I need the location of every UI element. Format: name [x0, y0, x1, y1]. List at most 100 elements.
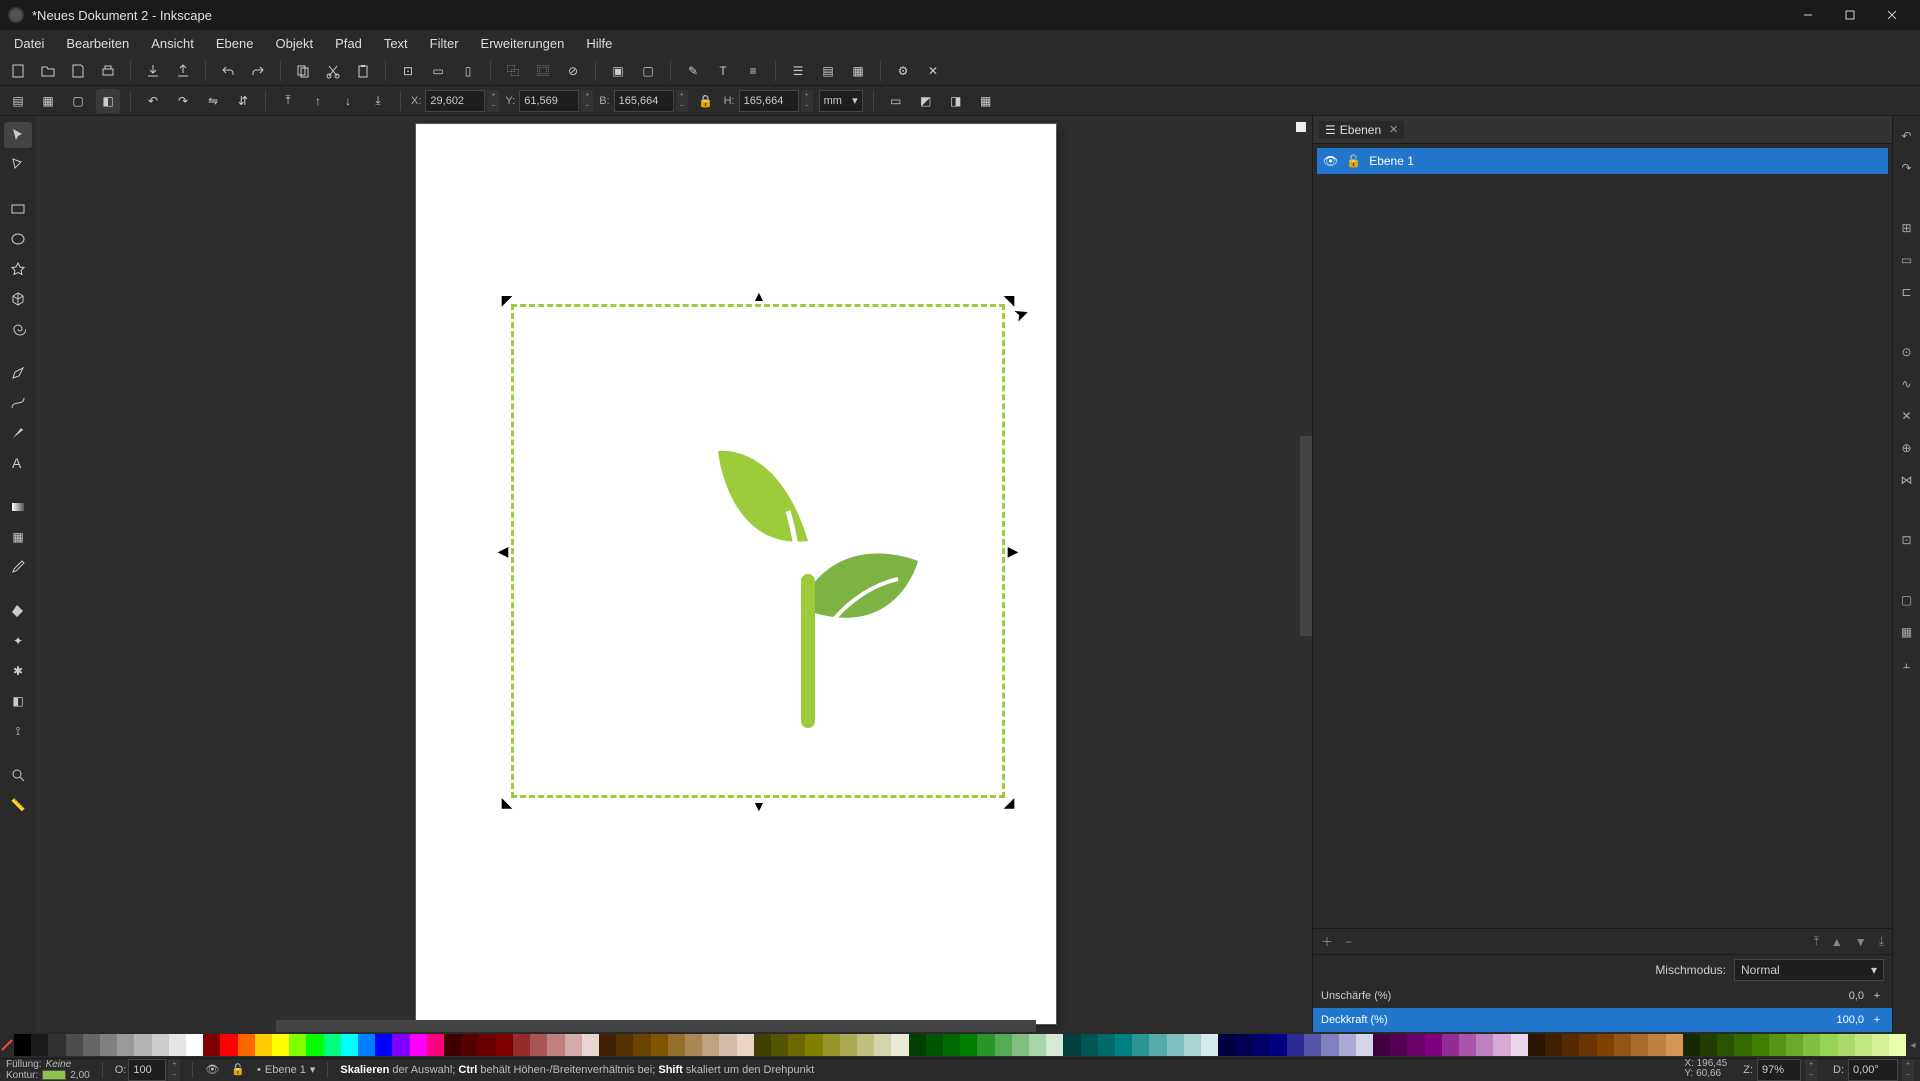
flip-v-icon[interactable]: ⇵: [231, 89, 255, 113]
color-swatch[interactable]: [582, 1034, 599, 1056]
measure-tool-icon[interactable]: 📏: [4, 792, 32, 818]
color-swatch[interactable]: [633, 1034, 650, 1056]
color-swatch[interactable]: [1562, 1034, 1579, 1056]
color-swatch[interactable]: [341, 1034, 358, 1056]
move-patterns-icon[interactable]: ▦: [974, 89, 998, 113]
ungroup-icon[interactable]: ▢: [636, 59, 660, 83]
color-swatch[interactable]: [1012, 1034, 1029, 1056]
color-swatch[interactable]: [754, 1034, 771, 1056]
color-swatch[interactable]: [1700, 1034, 1717, 1056]
color-swatch[interactable]: [1889, 1034, 1906, 1056]
current-layer-indicator[interactable]: •Ebene 1▾: [257, 1063, 315, 1076]
color-swatch[interactable]: [1184, 1034, 1201, 1056]
dock-snap-edge-icon[interactable]: ⊏: [1897, 282, 1917, 302]
color-swatch[interactable]: [478, 1034, 495, 1056]
align-icon[interactable]: ≡: [741, 59, 765, 83]
color-swatch[interactable]: [1321, 1034, 1338, 1056]
y-input[interactable]: [519, 90, 579, 112]
color-swatch[interactable]: [737, 1034, 754, 1056]
scale-stroke-icon[interactable]: ▭: [884, 89, 908, 113]
dock-snap-bbox-icon[interactable]: ▭: [1897, 250, 1917, 270]
canvas[interactable]: ◤▲◥ ◀▶ ◣▼◢ ➤: [36, 116, 1312, 1032]
dock-snap-midpoint-icon[interactable]: ⋈: [1897, 470, 1917, 490]
lock-ratio-icon[interactable]: 🔒: [694, 89, 718, 113]
print-icon[interactable]: [96, 59, 120, 83]
color-swatch[interactable]: [1855, 1034, 1872, 1056]
color-swatch[interactable]: [771, 1034, 788, 1056]
dock-snap-page-icon[interactable]: ▢: [1897, 590, 1917, 610]
color-swatch[interactable]: [1872, 1034, 1889, 1056]
cut-icon[interactable]: [321, 59, 345, 83]
scale-corners-icon[interactable]: ◩: [914, 89, 938, 113]
x-input[interactable]: [425, 90, 485, 112]
color-swatch[interactable]: [410, 1034, 427, 1056]
menu-filter[interactable]: Filter: [420, 32, 469, 55]
color-swatch[interactable]: [1132, 1034, 1149, 1056]
raise-icon[interactable]: ↑: [306, 89, 330, 113]
color-swatch[interactable]: [1597, 1034, 1614, 1056]
calligraphy-tool-icon[interactable]: [4, 420, 32, 446]
color-swatch[interactable]: [255, 1034, 272, 1056]
menu-bearbeiten[interactable]: Bearbeiten: [56, 32, 139, 55]
star-tool-icon[interactable]: [4, 256, 32, 282]
unlink-clone-icon[interactable]: ⊘: [561, 59, 585, 83]
color-swatch[interactable]: [1528, 1034, 1545, 1056]
fill-value[interactable]: Keine: [46, 1059, 72, 1070]
color-swatch[interactable]: [599, 1034, 616, 1056]
menu-hilfe[interactable]: Hilfe: [576, 32, 622, 55]
color-swatch[interactable]: [1253, 1034, 1270, 1056]
close-button[interactable]: [1872, 1, 1912, 29]
save-file-icon[interactable]: [66, 59, 90, 83]
close-panel-icon[interactable]: ✕: [1389, 123, 1398, 136]
color-swatch[interactable]: [1081, 1034, 1098, 1056]
color-swatch[interactable]: [220, 1034, 237, 1056]
raise-top-icon[interactable]: ⤒: [276, 89, 300, 113]
color-swatch[interactable]: [960, 1034, 977, 1056]
color-swatch[interactable]: [1167, 1034, 1184, 1056]
dock-snap-intersect-icon[interactable]: ✕: [1897, 406, 1917, 426]
color-swatch[interactable]: [1115, 1034, 1132, 1056]
xml-editor-icon[interactable]: ✎: [681, 59, 705, 83]
zoom-tool-icon[interactable]: [4, 762, 32, 788]
color-swatch[interactable]: [324, 1034, 341, 1056]
color-swatch[interactable]: [238, 1034, 255, 1056]
toggle-selection-icon[interactable]: ◧: [96, 89, 120, 113]
color-swatch[interactable]: [1614, 1034, 1631, 1056]
zoom-spinner[interactable]: +−: [1805, 1059, 1817, 1081]
color-swatch[interactable]: [306, 1034, 323, 1056]
color-swatch[interactable]: [1579, 1034, 1596, 1056]
color-swatch[interactable]: [668, 1034, 685, 1056]
select-all-layers-icon[interactable]: ▤: [6, 89, 30, 113]
blend-mode-select[interactable]: Normal▾: [1734, 959, 1884, 981]
blur-slider[interactable]: Unschärfe (%) 0,0 +: [1313, 984, 1892, 1008]
zoom-input[interactable]: [1757, 1059, 1801, 1081]
zoom-selection-icon[interactable]: ⊡: [396, 59, 420, 83]
rotation-input[interactable]: [1848, 1059, 1898, 1081]
color-swatch[interactable]: [48, 1034, 65, 1056]
color-swatch[interactable]: [134, 1034, 151, 1056]
menu-datei[interactable]: Datei: [4, 32, 54, 55]
pencil-tool-icon[interactable]: [4, 360, 32, 386]
group-icon[interactable]: ▣: [606, 59, 630, 83]
dock-redo-icon[interactable]: ↷: [1897, 158, 1917, 178]
color-swatch[interactable]: [995, 1034, 1012, 1056]
lock-icon[interactable]: 🔓: [1346, 154, 1361, 168]
menu-objekt[interactable]: Objekt: [265, 32, 323, 55]
color-swatch[interactable]: [909, 1034, 926, 1056]
dock-snap-grid-icon[interactable]: ▦: [1897, 622, 1917, 642]
menu-ansicht[interactable]: Ansicht: [141, 32, 204, 55]
minimize-button[interactable]: [1788, 1, 1828, 29]
maximize-button[interactable]: [1830, 1, 1870, 29]
dock-undo-icon[interactable]: ↶: [1897, 126, 1917, 146]
color-swatch[interactable]: [358, 1034, 375, 1056]
color-swatch[interactable]: [1734, 1034, 1751, 1056]
color-swatch[interactable]: [926, 1034, 943, 1056]
y-spinner[interactable]: +−: [581, 90, 593, 112]
color-swatch[interactable]: [1648, 1034, 1665, 1056]
color-swatch[interactable]: [31, 1034, 48, 1056]
eraser-tool-icon[interactable]: ◧: [4, 688, 32, 714]
color-swatch[interactable]: [1304, 1034, 1321, 1056]
move-gradients-icon[interactable]: ◨: [944, 89, 968, 113]
layer-top-icon[interactable]: ⤒: [1814, 934, 1819, 949]
color-palette[interactable]: [14, 1034, 1906, 1056]
